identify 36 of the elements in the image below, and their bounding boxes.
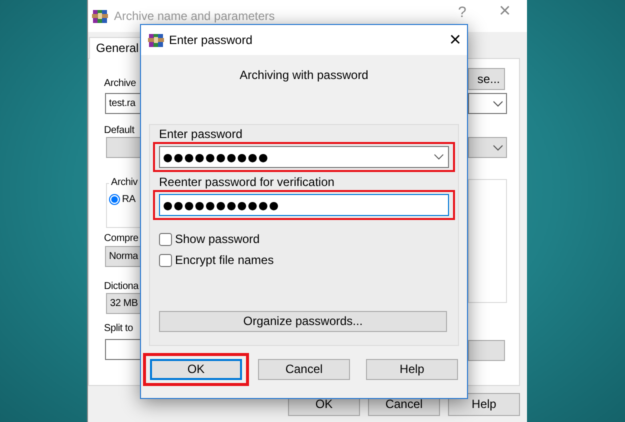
profile-field[interactable] <box>468 137 507 158</box>
dialog-button[interactable]: Cancel <box>258 359 350 380</box>
books-icon <box>92 8 108 24</box>
checkbox-label: Show password <box>175 232 260 247</box>
checkbox-label: Encrypt file names <box>175 253 274 268</box>
browse-button[interactable]: se... <box>468 68 505 90</box>
window-title: Archive name and parameters <box>114 8 275 24</box>
field-label: Compre <box>104 232 138 246</box>
dialog-button[interactable]: Help <box>448 393 520 416</box>
help-icon[interactable]: ? <box>458 5 466 20</box>
checkbox[interactable] <box>159 254 172 267</box>
field-label: Dictiona <box>104 280 139 294</box>
dialog-button[interactable]: Help <box>366 359 458 380</box>
organize-button[interactable]: Organize passwords... <box>159 311 447 332</box>
chevron-down-icon <box>493 144 503 150</box>
split-button[interactable] <box>468 340 505 361</box>
dialog-button[interactable]: OK <box>150 359 242 380</box>
field-label: Split to <box>104 322 133 336</box>
close-icon[interactable]: × <box>499 4 511 19</box>
chevron-down-icon <box>434 154 444 160</box>
radio-button[interactable] <box>109 194 120 205</box>
password-field[interactable]: ●●●●●●●●●● <box>163 150 434 164</box>
field-label: Enter password <box>158 127 242 142</box>
checkbox[interactable] <box>159 233 172 246</box>
field-label: Default <box>104 124 134 138</box>
close-icon[interactable]: × <box>449 30 461 50</box>
archive-name-field[interactable] <box>468 93 507 114</box>
chevron-down-icon <box>493 100 503 106</box>
books-icon <box>148 32 164 48</box>
field-label: Reenter password for verification <box>158 175 334 190</box>
password-field[interactable]: ●●●●●●●●●●● <box>159 194 449 216</box>
field-label: Archive <box>104 77 136 91</box>
dialog-title: Enter password <box>169 32 252 48</box>
radio-label: RA <box>122 193 136 207</box>
dialog-heading: Archiving with password <box>240 68 368 83</box>
password-combo[interactable]: ●●●●●●●●●● <box>159 146 449 168</box>
